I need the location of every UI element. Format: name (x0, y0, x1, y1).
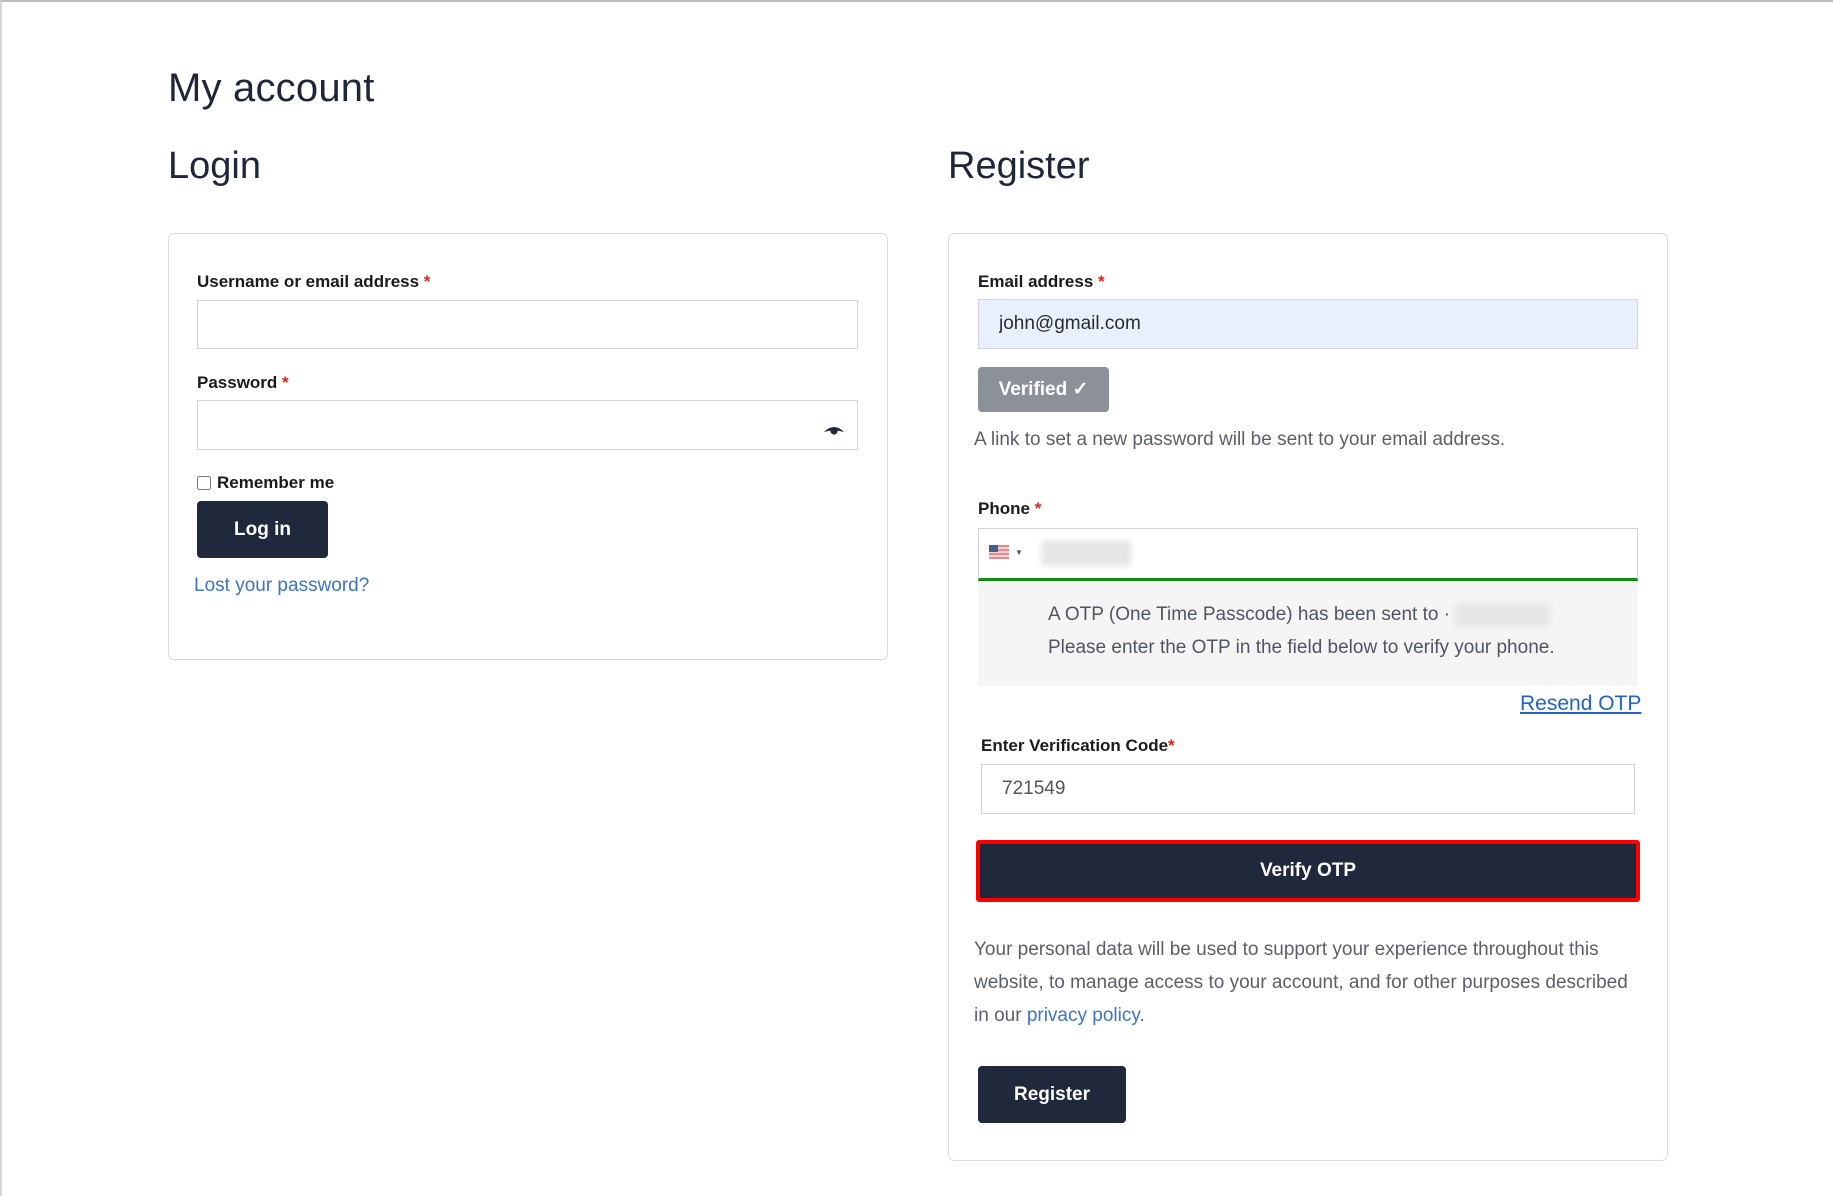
otp-message-text: A OTP (One Time Passcode) has been sent … (1048, 604, 1439, 625)
username-label: Username or email address * (197, 272, 430, 292)
login-button[interactable]: Log in (197, 501, 328, 558)
password-note: A link to set a new password will be sen… (974, 429, 1506, 450)
verified-button[interactable]: Verified ✓ (978, 367, 1109, 412)
privacy-text-end: . (1139, 1005, 1145, 1026)
country-selector[interactable]: ▼ (989, 545, 1023, 559)
phone-label-text: Phone (978, 499, 1030, 518)
phone-number-redacted[interactable] (1041, 540, 1131, 566)
register-heading: Register (948, 145, 1090, 187)
required-mark: * (282, 373, 289, 392)
verification-code-label: Enter Verification Code* (981, 736, 1175, 756)
email-input[interactable] (978, 299, 1638, 349)
remember-me-row: Remember me (197, 473, 334, 493)
privacy-notice: Your personal data will be used to suppo… (974, 933, 1644, 1032)
us-flag-icon (989, 545, 1009, 559)
otp-message-line2: Please enter the OTP in the field below … (1048, 637, 1555, 658)
remember-me-checkbox[interactable] (197, 476, 211, 490)
lost-password-link[interactable]: Lost your password? (194, 575, 369, 597)
otp-recipient-redacted (1455, 602, 1551, 627)
username-input[interactable] (197, 300, 858, 349)
required-mark: * (1034, 499, 1042, 518)
password-label: Password * (197, 373, 289, 393)
otp-message-box: A OTP (One Time Passcode) has been sent … (978, 581, 1638, 686)
password-input[interactable] (197, 400, 858, 450)
register-button[interactable]: Register (978, 1066, 1126, 1123)
otp-message-line1: A OTP (One Time Passcode) has been sent … (1048, 598, 1551, 631)
phone-label: Phone * (978, 499, 1041, 519)
show-password-toggle[interactable] (823, 423, 845, 441)
chevron-down-icon: ▼ (1015, 547, 1023, 557)
required-mark: * (1168, 736, 1175, 755)
resend-otp-link[interactable]: Resend OTP (1520, 692, 1641, 716)
privacy-policy-link[interactable]: privacy policy (1027, 1005, 1140, 1026)
phone-input-wrapper: ▼ (978, 528, 1638, 581)
email-label-text: Email address (978, 272, 1094, 291)
verify-otp-button[interactable]: Verify OTP (976, 840, 1640, 902)
required-mark: * (1098, 272, 1105, 291)
login-heading: Login (168, 145, 261, 187)
verification-code-input[interactable] (981, 764, 1635, 814)
password-label-text: Password (197, 373, 278, 392)
username-label-text: Username or email address (197, 272, 420, 291)
email-label: Email address * (978, 272, 1105, 292)
eye-icon (824, 427, 844, 435)
remember-me-label[interactable]: Remember me (217, 473, 334, 493)
required-mark: * (423, 272, 431, 291)
verification-label-text: Enter Verification Code (981, 736, 1169, 755)
page-title: My account (168, 66, 375, 110)
